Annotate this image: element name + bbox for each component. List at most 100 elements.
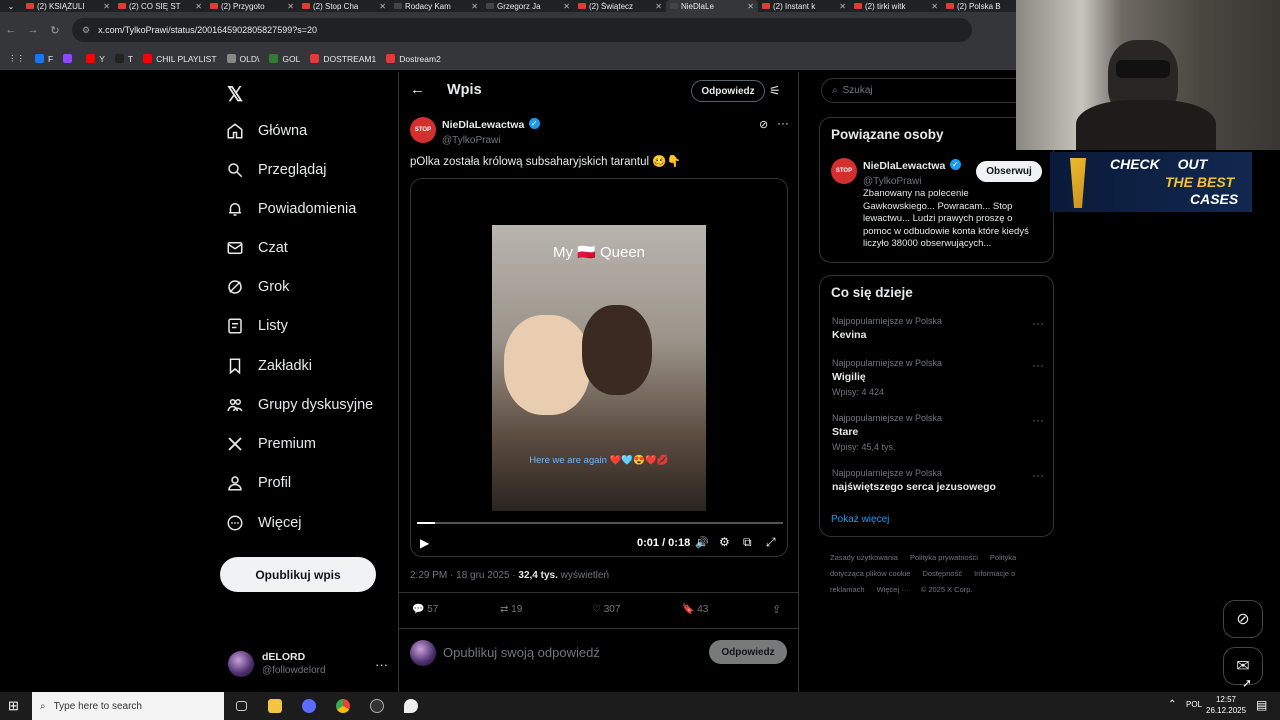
file-explorer-icon[interactable] [258,692,292,720]
header-reply-button[interactable]: Odpowiedz [691,80,765,102]
nav-item-6[interactable]: Listy [226,317,288,335]
task-view-icon[interactable] [224,692,258,720]
bookmark-item[interactable]: Dostream2 [386,54,441,64]
footer-link[interactable]: Zasady użytkowania [830,553,898,562]
browser-tab[interactable]: (2) KSIĄŻULI ✕ [22,0,114,12]
grok-float-icon[interactable]: ⊘ [1223,600,1263,638]
show-more-link[interactable]: Pokaż więcej [831,514,889,525]
video-player[interactable]: My 🇵🇱 Queen Here we are again ❤️🩵😍❤️💋 ▶ … [410,178,788,557]
nav-item-10[interactable]: Profil [226,474,291,492]
trend-more-icon[interactable]: ··· [1032,413,1044,427]
post-button[interactable]: Opublikuj wpis [220,557,376,592]
trend-item[interactable]: Najpopularniejsze w Polska Stare Wpisy: 45… [832,413,1044,452]
trend-more-icon[interactable]: ··· [1032,316,1044,330]
tab-close-icon[interactable]: ✕ [379,2,386,11]
nav-item-2[interactable]: Przeglądaj [226,161,327,179]
tab-close-icon[interactable]: ✕ [287,2,294,11]
footer-link[interactable]: © 2025 X Corp. [921,585,973,594]
reply-input[interactable]: Opublikuj swoją odpowiedź [443,645,600,660]
clock[interactable]: 12:57 26.12.2025 [1206,694,1246,716]
tab-close-icon[interactable]: ✕ [195,2,202,11]
bookmark-item[interactable]: T [114,54,133,64]
author-avatar[interactable]: STOP [410,117,436,143]
pip-icon[interactable]: ⧉ [743,535,752,550]
tweet-timestamp[interactable]: 2:29 PM · 18 gru 2025 · [410,570,516,581]
bookmark-item[interactable]: CHIL PLAYLIST [143,54,217,64]
trend-item[interactable]: Najpopularniejsze w Polska Kevina ··· [832,316,1044,341]
bookmark-item[interactable] [63,54,76,63]
x-logo-icon[interactable]: 𝕏 [227,82,243,107]
nav-item-11[interactable]: Więcej [226,514,302,532]
author-name[interactable]: NieDlaLewactwa [442,119,524,131]
tab-close-icon[interactable]: ✕ [839,2,846,11]
more-icon[interactable]: ··· [777,116,789,130]
tab-close-icon[interactable]: ✕ [655,2,662,11]
author-handle[interactable]: @TylkoPrawi [442,135,501,146]
bookmark-item[interactable]: F [35,54,53,64]
more-icon[interactable]: ··· [375,657,388,672]
bookmark-item[interactable]: OLD\ [226,54,259,64]
browser-tab[interactable]: (2) Instant k ✕ [758,0,850,12]
browser-tab[interactable]: (2) CO SIĘ ST ✕ [114,0,206,12]
tab-close-icon[interactable]: ✕ [931,2,938,11]
nav-item-5[interactable]: Grok [226,278,289,296]
url-input[interactable]: ⚙ x.com/TylkoPrawi/status/20016459028058… [72,18,972,42]
forward-icon[interactable]: → [22,24,44,36]
back-arrow-icon[interactable]: ← [410,81,425,98]
windows-start-icon[interactable]: ⊞ [8,698,19,714]
related-avatar[interactable]: STOP [831,158,857,184]
apps-icon[interactable]: ⋮⋮ [8,53,25,64]
browser-tab[interactable]: (2) tirki witk ✕ [850,0,942,12]
browser-tab[interactable]: (2) Przygoto ✕ [206,0,298,12]
chrome-icon[interactable] [326,692,360,720]
play-icon[interactable]: ▶ [420,536,429,550]
footer-link[interactable]: Więcej ··· [877,585,909,594]
trend-more-icon[interactable]: ··· [1032,358,1044,372]
filter-icon[interactable]: ⚟ [769,83,781,99]
footer-link[interactable]: Polityka prywatności [910,553,978,562]
reload-icon[interactable]: ↻ [44,24,66,37]
repost-action[interactable]: ⇄ 19 [500,604,522,615]
reply-submit-button[interactable]: Odpowiedz [709,640,787,664]
account-switcher[interactable]: dELORD @followdelord ··· [228,647,388,681]
tab-close-icon[interactable]: ✕ [563,2,570,11]
tab-close-icon[interactable]: ✕ [103,2,110,11]
browser-tab[interactable]: Grzegorz Ja ✕ [482,0,574,12]
back-icon[interactable]: ← [0,24,22,36]
site-info-icon[interactable]: ⚙ [82,25,90,36]
location-icon[interactable] [394,692,428,720]
grok-icon[interactable]: ⊘ [759,118,768,131]
follow-button[interactable]: Obserwuj [976,161,1042,182]
nav-item-4[interactable]: Czat [226,239,288,257]
nav-item-7[interactable]: Zakładki [226,357,312,375]
bookmark-action[interactable]: 🔖 43 [682,604,708,615]
bookmark-item[interactable]: Y [86,54,105,64]
trend-more-icon[interactable]: ··· [1032,468,1044,482]
notification-icon[interactable]: ▤ [1256,698,1267,712]
share-icon[interactable]: ⇪ [772,603,781,616]
search-input[interactable]: Szukaj [843,85,873,96]
bookmark-item[interactable]: DOSTREAM1 [310,54,376,64]
related-handle[interactable]: @TylkoPrawi [863,176,922,187]
video-progress-track[interactable] [417,522,783,524]
obs-icon[interactable] [360,692,394,720]
bookmark-item[interactable]: GOL [269,54,300,64]
settings-icon[interactable]: ⚙ [719,535,730,549]
tab-list-button[interactable]: ⌄ [0,0,22,12]
browser-tab[interactable]: (2) Stop Cha ✕ [298,0,390,12]
footer-link[interactable]: Dostępność [922,569,962,578]
browser-tab[interactable]: (2) Świątecz ✕ [574,0,666,12]
trend-item[interactable]: Najpopularniejsze w Polska Wigilię Wpisy: … [832,358,1044,397]
like-action[interactable]: ♡ 307 [592,604,620,615]
nav-item-9[interactable]: Premium [226,435,316,453]
related-name[interactable]: NieDlaLewactwa [863,160,945,172]
app-icon[interactable] [292,692,326,720]
nav-item-3[interactable]: Powiadomienia [226,200,356,218]
nav-item-1[interactable]: Główna [226,122,307,140]
language-indicator[interactable]: POL [1186,700,1202,709]
tab-close-icon[interactable]: ✕ [471,2,478,11]
taskbar-search[interactable]: ⌕ Type here to search [32,692,224,720]
tray-arrow-icon[interactable]: ⌃ [1168,699,1176,710]
nav-item-8[interactable]: Grupy dyskusyjne [226,396,373,414]
fullscreen-icon[interactable]: ⤢ [766,535,776,550]
